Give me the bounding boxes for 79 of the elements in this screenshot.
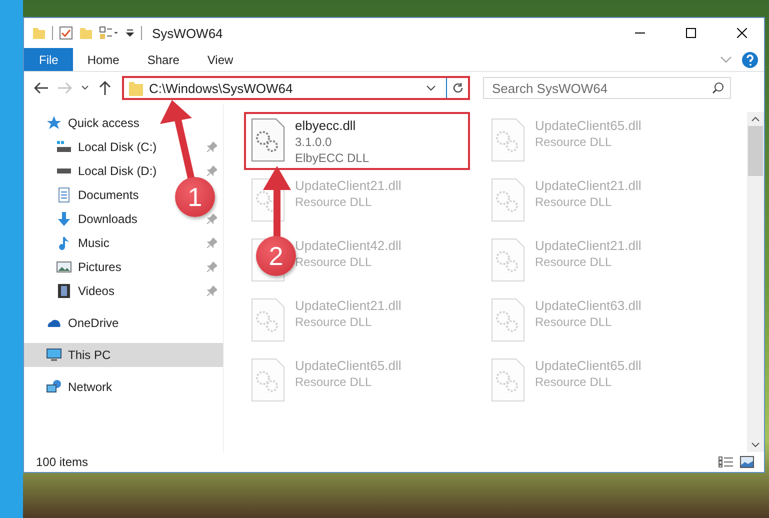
checklist-icon[interactable] — [59, 26, 73, 40]
file-name: UpdateClient65.dll — [535, 118, 642, 133]
file-name: UpdateClient42.dll — [295, 238, 402, 253]
navigation-item[interactable]: Videos — [78, 284, 114, 298]
file-description: Resource DLL — [535, 255, 613, 269]
selected-row-highlight[interactable]: This PC — [24, 343, 223, 367]
navigation-item[interactable]: OneDrive — [68, 316, 119, 330]
monitor-icon — [46, 347, 62, 363]
file-name: UpdateClient63.dll — [535, 298, 642, 313]
settings-file-icon — [251, 118, 285, 162]
file-name: UpdateClient65.dll — [535, 358, 642, 373]
settings-file-icon — [251, 358, 285, 402]
file-version: 3.1.0.0 — [295, 135, 333, 149]
address-path: C:\Windows\SysWOW64 — [149, 80, 294, 96]
chevron-up-icon[interactable] — [751, 116, 760, 122]
settings-file-icon — [491, 118, 525, 162]
navigation-item[interactable]: Quick access — [68, 116, 140, 130]
picture-icon — [56, 259, 72, 275]
vertical-scrollbar[interactable] — [747, 112, 764, 452]
chevron-down-icon[interactable] — [751, 442, 760, 448]
film-icon — [56, 283, 72, 299]
address-bar[interactable]: C:\Windows\SysWOW64 — [122, 76, 470, 100]
file-name: elbyecc.dll — [295, 118, 357, 133]
file-description: Resource DLL — [295, 255, 373, 269]
file-menu-button[interactable]: File — [24, 48, 74, 71]
star-icon — [46, 115, 62, 131]
right-arrow-icon — [58, 82, 72, 94]
navigation-item[interactable]: Local Disk (D:) — [78, 164, 157, 178]
settings-file-icon — [251, 298, 285, 342]
music-note-icon — [56, 235, 72, 251]
file-description: Resource DLL — [295, 315, 373, 329]
settings-file-icon — [491, 238, 525, 282]
chevron-down-icon[interactable] — [426, 85, 436, 91]
drive-icon — [56, 168, 72, 174]
large-icons-view-icon[interactable] — [740, 456, 754, 468]
search-icon — [712, 82, 724, 94]
ribbon-tab[interactable]: View — [193, 48, 248, 71]
drive-icon — [56, 139, 72, 155]
file-name: UpdateClient21.dll — [295, 298, 402, 313]
search-field[interactable]: Search SysWOW64 — [483, 77, 731, 99]
file-name: UpdateClient65.dll — [295, 358, 402, 373]
file-name: UpdateClient21.dll — [295, 178, 402, 193]
folder-icon — [129, 80, 143, 96]
document-icon — [56, 187, 72, 203]
file-name: UpdateClient21.dll — [535, 238, 642, 253]
navigation-item[interactable]: Local Disk (C:) — [78, 140, 157, 154]
up-arrow-icon — [99, 81, 111, 95]
file-description: Resource DLL — [535, 315, 613, 329]
file-description: Resource DLL — [535, 135, 613, 149]
download-arrow-icon — [56, 211, 72, 227]
file-description: Resource DLL — [535, 375, 613, 389]
help-icon[interactable] — [742, 52, 758, 68]
network-icon — [46, 379, 62, 395]
navigation-item[interactable]: Pictures — [78, 260, 122, 274]
view-list-icon[interactable] — [99, 26, 119, 40]
navigation-item[interactable]: Downloads — [78, 212, 138, 226]
left-arrow-icon — [34, 82, 48, 94]
navigation-item[interactable]: Music — [78, 236, 110, 250]
close-icon — [736, 28, 746, 38]
item-count: 100 items — [36, 455, 90, 469]
file-description: Resource DLL — [295, 195, 373, 209]
file-description: ElbyECC DLL — [295, 151, 370, 165]
navigation-item[interactable]: Network — [68, 380, 112, 394]
window-title: SysWOW64 — [152, 26, 224, 40]
settings-file-icon — [491, 178, 525, 222]
scrollbar-thumb[interactable] — [748, 126, 763, 176]
chevron-down-icon — [81, 85, 89, 91]
navigation-item[interactable]: Documents — [78, 188, 139, 202]
file-description: Resource DLL — [295, 375, 373, 389]
settings-file-icon — [491, 298, 525, 342]
ribbon-tab[interactable]: Home — [73, 48, 134, 71]
file-description: Resource DLL — [535, 195, 613, 209]
settings-file-icon — [491, 358, 525, 402]
ribbon-tab[interactable]: Share — [133, 48, 194, 71]
refresh-icon — [452, 82, 464, 94]
maximize-icon — [686, 28, 696, 38]
navigation-item[interactable]: This PC — [68, 348, 111, 362]
details-view-icon[interactable] — [718, 456, 734, 468]
file-name: UpdateClient21.dll — [535, 178, 642, 193]
